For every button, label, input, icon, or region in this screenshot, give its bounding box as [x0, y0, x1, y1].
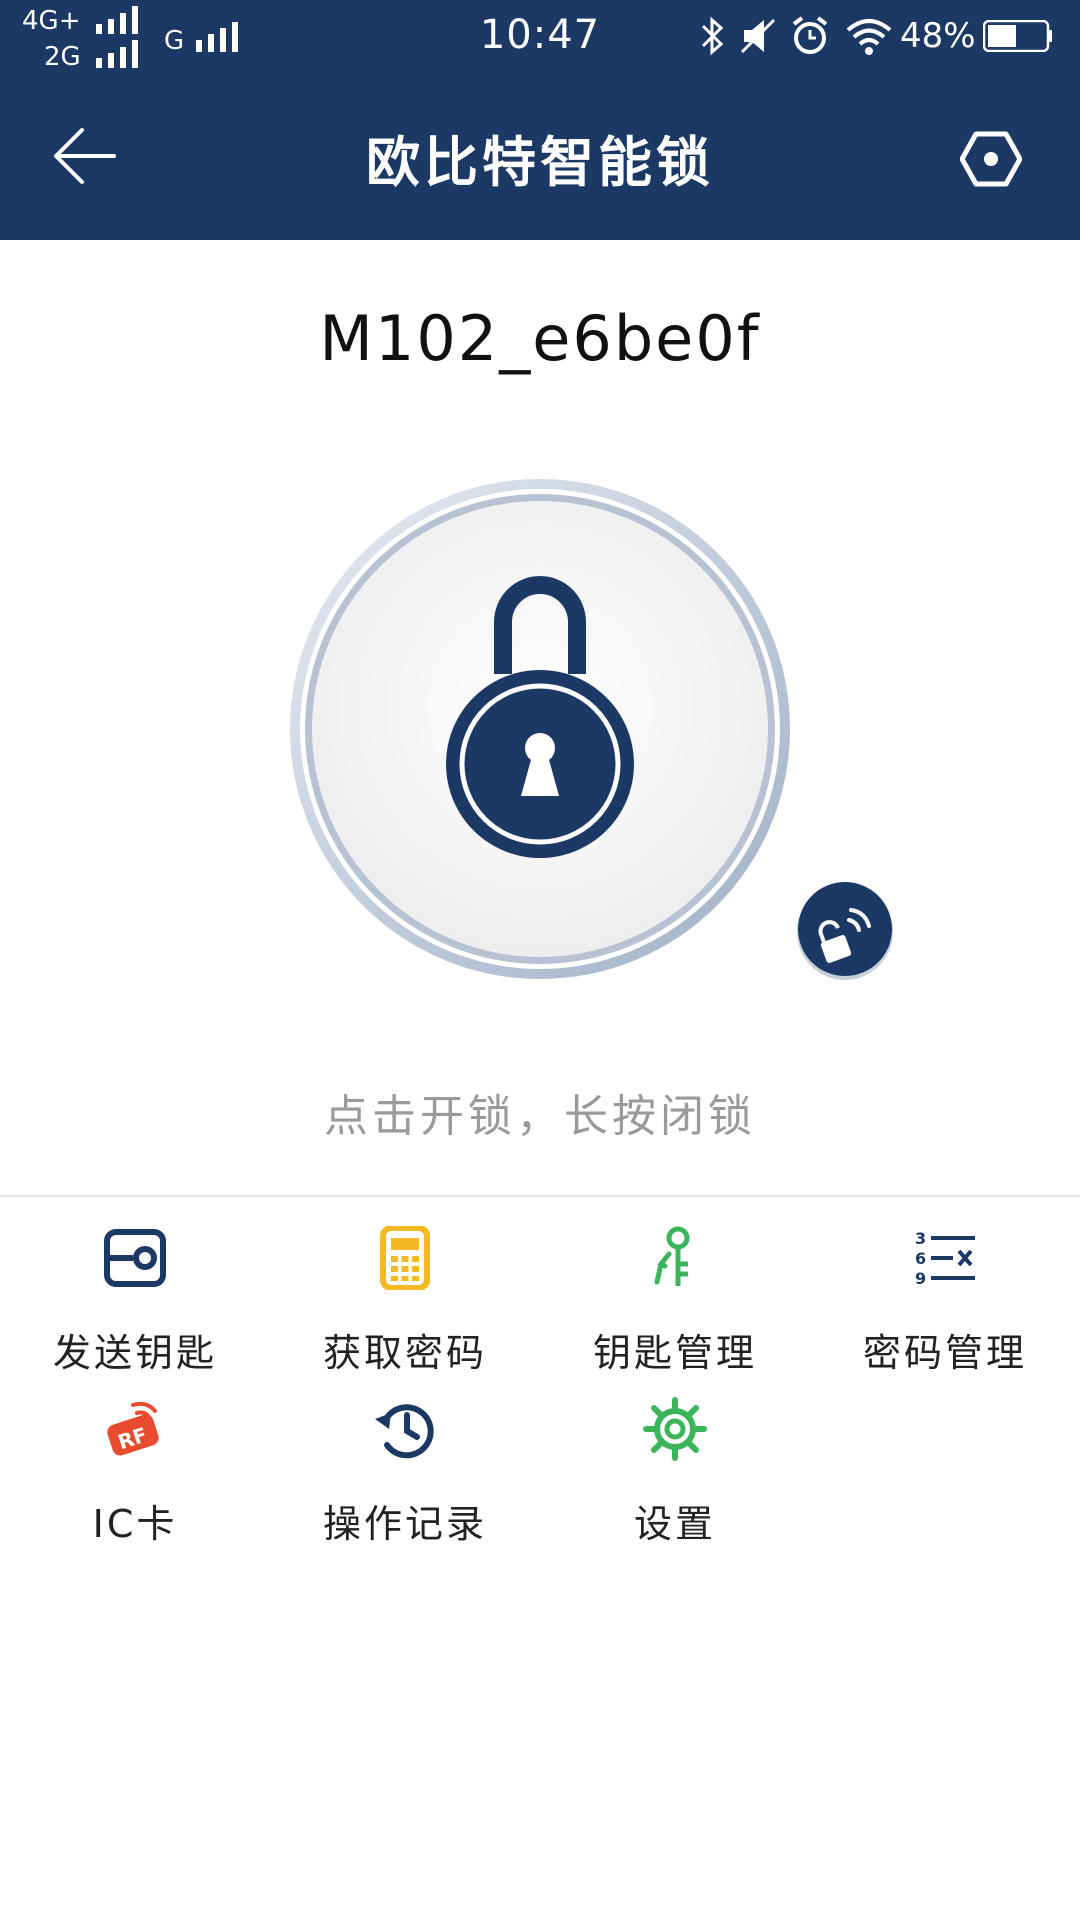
rf-card-icon: RF: [107, 1401, 159, 1456]
divider: [0, 1195, 1080, 1197]
calculator-icon: [380, 1226, 430, 1290]
page-title: 欧比特智能锁: [366, 131, 714, 194]
menu-key-management-label: 钥匙管理: [592, 1331, 757, 1375]
svg-text:6: 6: [915, 1249, 926, 1268]
alarm-icon: [792, 16, 828, 54]
svg-text:3: 3: [915, 1229, 926, 1248]
menu-ic-card-label: IC卡: [92, 1502, 178, 1546]
menu-send-key[interactable]: 发送钥匙: [0, 1226, 270, 1396]
menu-password-management-label: 密码管理: [862, 1331, 1027, 1375]
lock-toggle-button[interactable]: [285, 474, 795, 984]
status-bar: 4G+ 2G G 10:47 48%: [0, 0, 1080, 78]
mute-icon: [740, 18, 776, 54]
svg-text:9: 9: [915, 1269, 926, 1288]
menu-settings-label: 设置: [633, 1502, 716, 1546]
send-key-icon: [104, 1229, 166, 1287]
history-icon: [375, 1404, 434, 1459]
menu-get-password[interactable]: 获取密码: [270, 1226, 540, 1396]
remote-unlock-button[interactable]: [795, 880, 895, 980]
lock-hint-text: 点击开锁，长按闭锁: [324, 1091, 756, 1142]
bluetooth-icon: [701, 16, 724, 56]
menu-operation-log-label: 操作记录: [322, 1502, 487, 1546]
menu-ic-card[interactable]: RF IC卡: [0, 1397, 270, 1567]
battery-icon: [983, 20, 1052, 52]
battery-percent: 48%: [900, 16, 976, 56]
password-list-icon: 3 6 9: [915, 1229, 975, 1288]
gear-icon: [643, 1397, 707, 1461]
device-name: M102_e6be0f: [319, 302, 761, 375]
wifi-icon: [846, 19, 892, 55]
hexagon-settings-icon[interactable]: [960, 128, 1022, 190]
app-header: 4G+ 2G G 10:47 48% 欧比特智能锁: [0, 0, 1080, 240]
menu-key-management[interactable]: 钥匙管理: [540, 1226, 810, 1396]
menu-password-management[interactable]: 3 6 9 密码管理: [810, 1226, 1080, 1396]
menu-operation-log[interactable]: 操作记录: [270, 1397, 540, 1567]
keys-icon: [654, 1226, 690, 1286]
menu-send-key-label: 发送钥匙: [52, 1331, 217, 1375]
menu-get-password-label: 获取密码: [322, 1331, 487, 1375]
menu-settings[interactable]: 设置: [540, 1397, 810, 1567]
